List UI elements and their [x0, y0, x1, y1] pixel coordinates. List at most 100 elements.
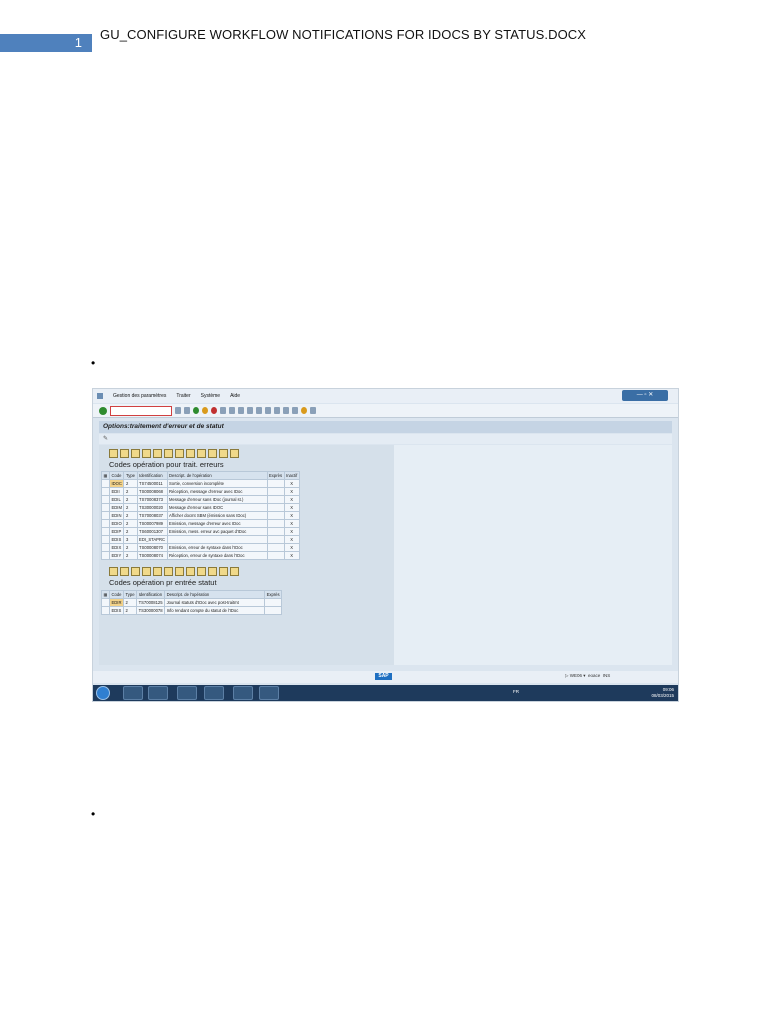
id-cell[interactable]: TS30000078 [136, 606, 166, 615]
sort-asc-icon[interactable] [120, 567, 129, 576]
inactive-cell[interactable]: X [283, 535, 300, 544]
select-all-icon[interactable]: ▦ [101, 590, 110, 599]
code-cell[interactable]: EDII [108, 487, 125, 496]
details-icon[interactable] [109, 567, 118, 576]
find-next-icon[interactable] [238, 407, 244, 414]
expres-cell[interactable] [266, 527, 285, 536]
back-icon[interactable] [193, 407, 199, 414]
row-selector[interactable] [101, 487, 110, 496]
type-cell[interactable]: 2 [123, 503, 138, 512]
filter-set-icon[interactable] [164, 449, 173, 458]
desc-cell[interactable]: Emission, message d'erreur avec IDoc [166, 519, 268, 528]
ie-icon[interactable] [123, 686, 143, 700]
filter-icon[interactable] [153, 449, 162, 458]
row-selector[interactable] [101, 503, 110, 512]
id-cell[interactable]: EDI_STAPRC [136, 535, 168, 544]
select-all-icon[interactable]: ▦ [101, 471, 110, 480]
row-selector[interactable] [101, 543, 110, 552]
column-header[interactable]: Descript. de l'opération [164, 590, 266, 599]
inactive-cell[interactable]: X [283, 487, 300, 496]
details-icon[interactable] [109, 449, 118, 458]
column-header[interactable]: Exprès [266, 471, 285, 480]
expres-cell[interactable] [266, 511, 285, 520]
column-header[interactable]: Identification [136, 590, 166, 599]
code-cell[interactable]: EDIR [108, 598, 124, 607]
column-header[interactable]: Inactif [283, 471, 300, 480]
expres-cell[interactable] [266, 519, 285, 528]
type-cell[interactable]: 2 [123, 495, 138, 504]
filter-icon[interactable] [153, 567, 162, 576]
type-cell[interactable]: 2 [123, 551, 138, 560]
sort-desc-icon[interactable] [131, 567, 140, 576]
table-row[interactable]: EDIS 3 EDI_STAPRC X [101, 535, 300, 544]
table-row[interactable]: EDIS 2 TS30000078 Info rendant compte du… [101, 606, 283, 615]
window-controls[interactable]: — ▫ ✕ [622, 390, 668, 401]
row-selector[interactable] [101, 606, 110, 615]
desc-cell[interactable]: Info rendant compte du statut de l'IDoc [164, 606, 266, 615]
desc-cell[interactable]: Emission, erreur de syntaxe dans l'IDoc [166, 543, 268, 552]
back-arrow-icon[interactable] [175, 407, 181, 414]
inactive-cell[interactable]: X [283, 503, 300, 512]
desc-cell[interactable]: Afficher docmt SBM (émission sans IDoc) [166, 511, 268, 520]
column-header[interactable]: Identification [136, 471, 168, 480]
row-selector[interactable] [101, 551, 110, 560]
find-icon[interactable] [229, 407, 235, 414]
print-icon[interactable] [197, 567, 206, 576]
menu-item-traiter[interactable]: Traiter [176, 393, 190, 399]
table-row[interactable]: EDIX 2 TS00008070 Emission, erreur de sy… [101, 543, 300, 552]
code-cell[interactable]: EDIM [108, 503, 125, 512]
table-row[interactable]: EDIO 2 TS00007989 Emission, message d'er… [101, 519, 300, 528]
id-cell[interactable]: TS74500011 [136, 479, 168, 488]
shortcut-icon[interactable] [292, 407, 298, 414]
menu-icon[interactable] [97, 393, 103, 399]
menu-item-systeme[interactable]: Système [201, 393, 220, 399]
row-selector[interactable] [101, 519, 110, 528]
column-header[interactable]: Type [123, 471, 138, 480]
layout-icon[interactable] [219, 449, 228, 458]
last-page-icon[interactable] [274, 407, 280, 414]
expres-cell[interactable] [266, 535, 285, 544]
sum-icon[interactable] [175, 567, 184, 576]
code-cell[interactable]: EDIX [108, 543, 125, 552]
type-cell[interactable]: 2 [123, 511, 138, 520]
export-icon[interactable] [208, 449, 217, 458]
lync-icon[interactable] [177, 686, 197, 700]
desc-cell[interactable]: Message d'erreur sans IDoc (journal st.) [166, 495, 268, 504]
type-cell[interactable]: 2 [123, 543, 138, 552]
type-cell[interactable]: 2 [123, 479, 138, 488]
expres-cell[interactable] [266, 479, 285, 488]
code-cell[interactable]: EDIP [108, 527, 125, 536]
column-header[interactable]: Descript. de l'opération [166, 471, 268, 480]
code-cell[interactable]: EDIO [108, 519, 125, 528]
expres-cell[interactable] [266, 495, 285, 504]
expres-cell[interactable] [266, 503, 285, 512]
new-session-icon[interactable] [283, 407, 289, 414]
table-row[interactable]: EDIN 2 TS70008037 Afficher docmt SBM (ém… [101, 511, 300, 520]
layout-icon[interactable] [310, 407, 316, 414]
id-cell[interactable]: TS70008125 [136, 598, 166, 607]
first-page-icon[interactable] [247, 407, 253, 414]
code-cell[interactable]: EDIS [108, 535, 125, 544]
menu-item-aide[interactable]: Aide [230, 393, 240, 399]
expres-cell[interactable] [266, 487, 285, 496]
column-header[interactable]: Code [108, 471, 125, 480]
code-cell[interactable]: EDIS [108, 606, 124, 615]
inactive-cell[interactable]: X [283, 511, 300, 520]
type-cell[interactable]: 2 [123, 519, 138, 528]
code-cell[interactable]: EDIN [108, 511, 125, 520]
start-button-icon[interactable] [96, 686, 110, 700]
code-cell[interactable]: EDIY [108, 551, 125, 560]
cancel-icon[interactable] [211, 407, 217, 414]
table-row[interactable]: EDIP 2 TS60001307 Emission, mess. erreur… [101, 527, 300, 536]
layout-choose-icon[interactable] [230, 567, 239, 576]
table-row[interactable]: EDIM 2 TS30000020 Message d'erreur sans … [101, 503, 300, 512]
desc-cell[interactable]: Journal statuts d'IDoc avec post-traitmt [164, 598, 266, 607]
exit-icon[interactable] [202, 407, 208, 414]
desc-cell[interactable]: Réception, message d'erreur avec IDoc [166, 487, 268, 496]
id-cell[interactable]: TS00007989 [136, 519, 168, 528]
expres-cell[interactable] [266, 543, 285, 552]
inactive-cell[interactable]: X [283, 551, 300, 560]
row-selector[interactable] [101, 598, 110, 607]
id-cell[interactable]: TS00008068 [136, 487, 168, 496]
sum-icon[interactable] [175, 449, 184, 458]
